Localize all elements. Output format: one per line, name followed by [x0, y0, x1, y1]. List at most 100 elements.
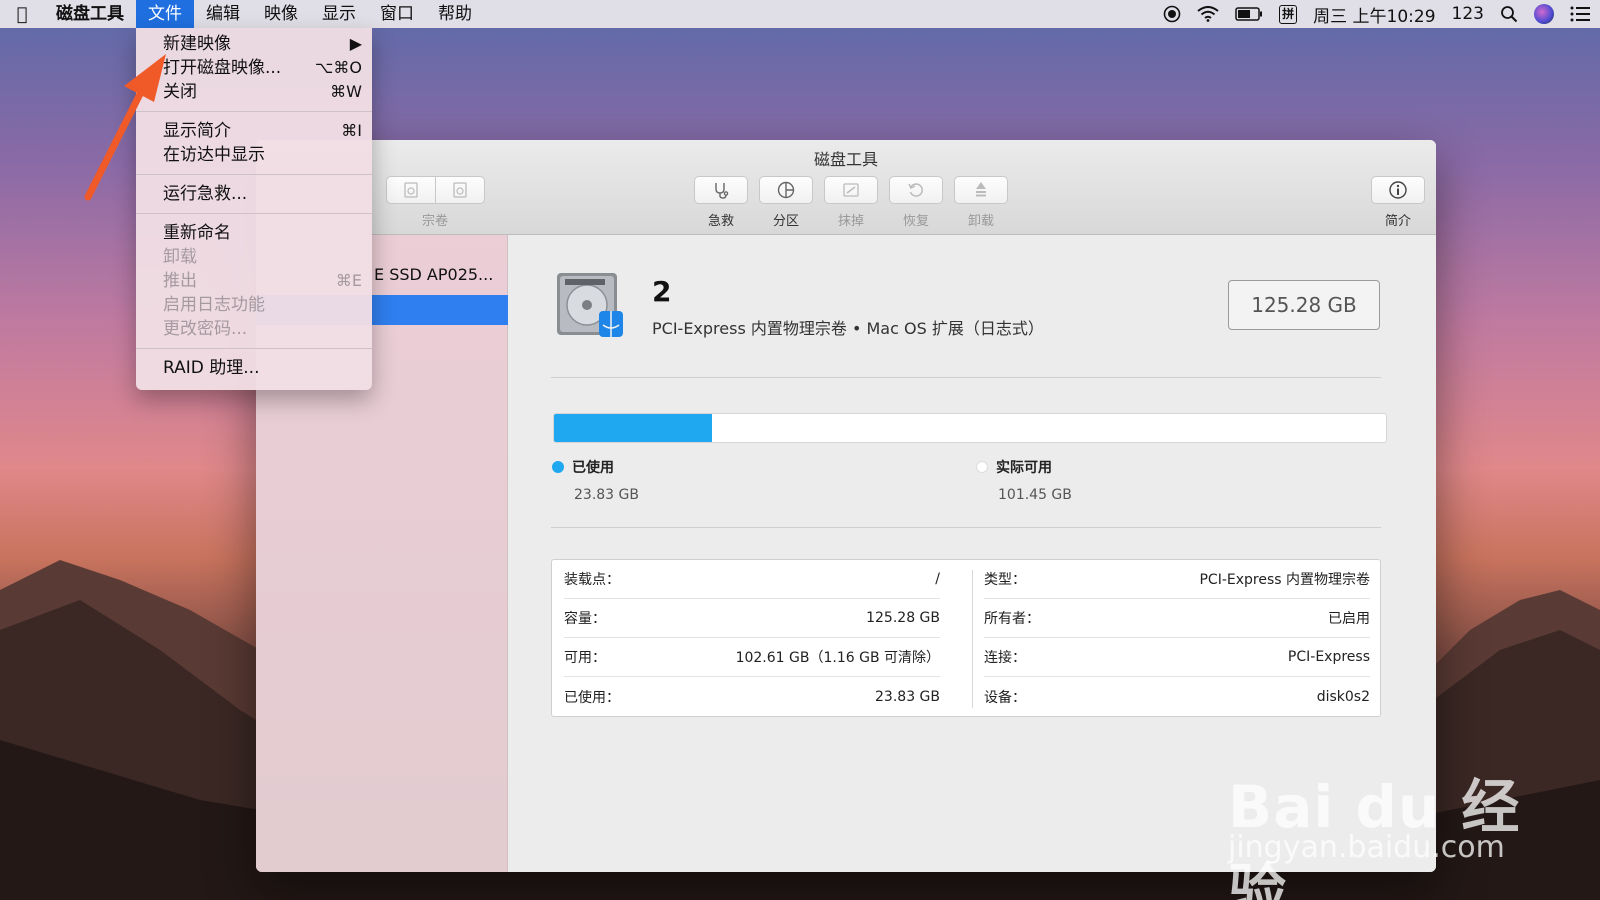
menu-item-label: 推出: [163, 271, 197, 291]
siri-icon[interactable]: [1534, 0, 1554, 28]
info-row-capacity: 容量： 125.28 GB: [564, 599, 940, 638]
clock[interactable]: 周三 上午10:29: [1313, 2, 1435, 27]
info-key: 所有者：: [984, 611, 1040, 627]
submenu-arrow-icon: ▶: [349, 34, 362, 53]
add-volume-icon: [404, 182, 418, 198]
menu-separator: [136, 348, 372, 349]
info-key: 容量：: [564, 611, 606, 627]
info-key: 连接：: [984, 650, 1026, 666]
info-value: PCI-Express: [1287, 649, 1370, 665]
info-row-used: 已使用： 23.83 GB: [564, 677, 940, 716]
menu-bar:  磁盘工具 文件 编辑 映像 显示 窗口 帮助 拼 周三 上午10:29 12…: [0, 0, 1600, 28]
volume-label: 宗卷: [421, 214, 448, 229]
menu-item-raid-assistant[interactable]: RAID 助理...: [163, 356, 362, 380]
info-column-right: 类型： PCI-Express 内置物理宗卷 所有者： 已启用 连接： PCI-Exp…: [972, 560, 1382, 718]
screen-record-icon[interactable]: [1163, 0, 1181, 28]
menu-item-show-in-finder[interactable]: 在访达中显示: [163, 143, 362, 167]
stethoscope-icon: [715, 183, 729, 199]
menu-item-unmount[interactable]: 卸载: [163, 245, 362, 269]
menu-file[interactable]: 文件: [136, 0, 194, 28]
volume-name: 2: [652, 275, 672, 308]
menu-item-shortcut: ⌥⌘O: [314, 58, 362, 77]
input-method-label: 拼: [1279, 4, 1298, 24]
info-column-left: 装载点： / 容量： 125.28 GB 可用： 102.61 GB（1.16 GB …: [552, 560, 952, 718]
menu-item-run-first-aid[interactable]: 运行急救...: [163, 182, 362, 206]
menu-item-rename[interactable]: 重新命名: [163, 221, 362, 245]
first-aid-label: 急救: [707, 214, 734, 229]
info-key: 装载点：: [564, 572, 620, 588]
menu-item-shortcut: ⌘W: [330, 82, 362, 101]
add-volume-button[interactable]: [386, 176, 436, 204]
info-row-available: 可用： 102.61 GB（1.16 GB 可清除）: [564, 638, 940, 677]
menu-item-open-disk-image[interactable]: 打开磁盘映像... ⌥⌘O: [163, 56, 362, 80]
info-key: 类型：: [984, 572, 1026, 588]
spotlight-search-icon[interactable]: [1500, 0, 1518, 28]
watermark-url: jingyan.baidu.com: [1228, 830, 1505, 865]
info-value: 已启用: [1328, 611, 1370, 627]
unmount-button[interactable]: [954, 176, 1008, 204]
info-row-device: 设备： disk0s2: [984, 677, 1370, 716]
info-label: 简介: [1384, 214, 1411, 229]
menu-image[interactable]: 映像: [252, 0, 310, 28]
free-label: 实际可用: [996, 460, 1052, 476]
menu-item-change-password[interactable]: 更改密码...: [163, 317, 362, 341]
menu-edit[interactable]: 编辑: [194, 0, 252, 28]
input-method-icon[interactable]: 拼: [1279, 0, 1298, 28]
info-row-type: 类型： PCI-Express 内置物理宗卷: [984, 560, 1370, 599]
remove-volume-button[interactable]: [435, 176, 485, 204]
usage-bar: [553, 413, 1387, 443]
menu-item-get-info[interactable]: 显示简介 ⌘I: [163, 119, 362, 143]
info-key: 可用：: [564, 650, 606, 666]
menu-item-eject[interactable]: 推出 ⌘E: [163, 269, 362, 293]
legend-free: 实际可用 101.45 GB: [976, 457, 1072, 503]
menu-view[interactable]: 显示: [310, 0, 368, 28]
info-value: 125.28 GB: [866, 610, 940, 626]
restore-icon: [908, 183, 923, 197]
info-icon: [1389, 181, 1407, 199]
info-key: 设备：: [984, 689, 1026, 706]
divider-middle: [551, 527, 1381, 528]
menu-item-shortcut: ⌘E: [335, 271, 362, 290]
user-name[interactable]: 123: [1452, 4, 1484, 24]
wifi-icon[interactable]: [1197, 0, 1219, 28]
menu-item-new-image[interactable]: 新建映像 ▶: [163, 32, 362, 56]
info-value: /: [935, 571, 940, 587]
partition-button[interactable]: [759, 176, 813, 204]
capacity-badge: 125.28 GB: [1228, 280, 1380, 330]
menu-app-name[interactable]: 磁盘工具: [44, 0, 136, 28]
volume-info-table: 装载点： / 容量： 125.28 GB 可用： 102.61 GB（1.16 GB …: [551, 559, 1381, 717]
usage-bar-used-fill: [554, 414, 713, 442]
info-value: PCI-Express 内置物理宗卷: [1199, 572, 1370, 588]
baidu-watermark: Bai du 经验 jingyan.baidu.com: [1228, 730, 1558, 900]
info-button[interactable]: [1371, 176, 1425, 204]
apple-menu-icon[interactable]: : [0, 4, 44, 25]
battery-icon[interactable]: [1235, 0, 1263, 28]
restore-button[interactable]: [889, 176, 943, 204]
menu-window[interactable]: 窗口: [368, 0, 426, 28]
used-label: 已使用: [572, 460, 614, 476]
legend-used: 已使用 23.83 GB: [552, 457, 639, 503]
annotation-arrow-icon: [84, 54, 166, 201]
erase-button[interactable]: [824, 176, 878, 204]
info-row-owners: 所有者： 已启用: [984, 599, 1370, 638]
free-dot-icon: [976, 461, 988, 473]
restore-label: 恢复: [902, 214, 929, 229]
menu-item-close[interactable]: 关闭 ⌘W: [163, 80, 362, 104]
used-value: 23.83 GB: [574, 487, 639, 503]
menu-item-label: 打开磁盘映像...: [163, 58, 282, 78]
menu-item-label: 卸载: [163, 247, 197, 267]
menu-item-enable-journaling[interactable]: 启用日志功能: [163, 293, 362, 317]
hard-disk-icon: [557, 273, 623, 337]
partition-icon: [777, 181, 795, 199]
remove-volume-icon: [453, 182, 467, 198]
partition-label: 分区: [772, 214, 799, 229]
first-aid-button[interactable]: [694, 176, 748, 204]
menu-help[interactable]: 帮助: [426, 0, 484, 28]
menu-item-shortcut: ⌘I: [341, 121, 362, 140]
erase-icon: [843, 183, 859, 197]
notification-center-icon[interactable]: [1570, 0, 1590, 28]
free-value: 101.45 GB: [998, 487, 1072, 503]
menu-separator: [136, 213, 372, 214]
menu-item-label: RAID 助理...: [163, 358, 260, 378]
erase-label: 抹掉: [837, 214, 864, 229]
